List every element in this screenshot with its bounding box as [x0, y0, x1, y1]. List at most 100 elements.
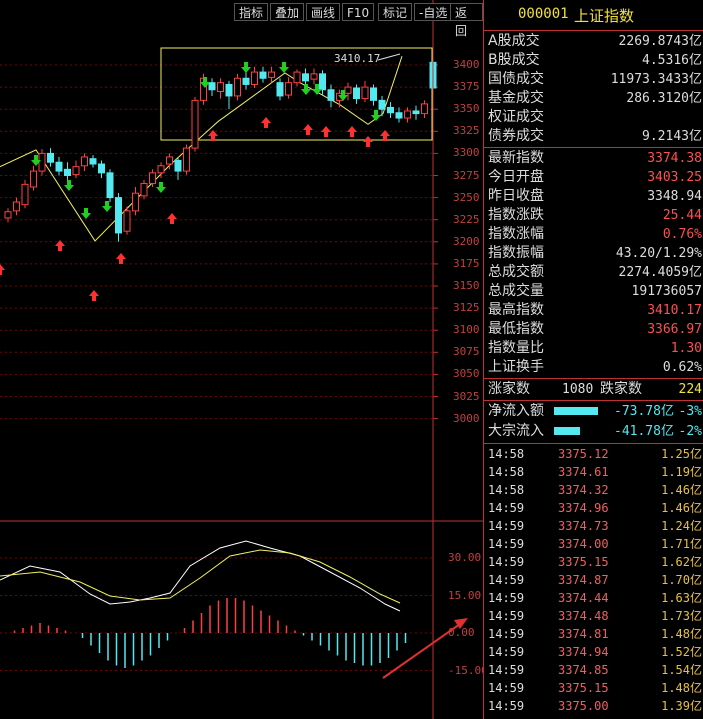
tick-row[interactable]: 14:59 3374.96 1.46亿: [484, 499, 703, 517]
volume-label: 权证成交: [488, 109, 544, 125]
tick-row[interactable]: 14:58 3374.61 1.19亿: [484, 463, 703, 481]
candle-body: [174, 159, 182, 172]
volume-row: 债券成交 9.2143亿: [486, 127, 702, 146]
chart-area[interactable]: 指标 叠加 画线 F10 标记 -自选 返回 3410.17 3400 3375 3…: [0, 0, 488, 719]
candle-body: [208, 82, 216, 91]
back-button[interactable]: 返回: [450, 3, 483, 38]
tick-row[interactable]: 14:59 3375.15 1.48亿: [484, 679, 703, 697]
candlestick: [4, 208, 12, 223]
tick-row[interactable]: 14:59 3374.44 1.63亿: [484, 589, 703, 607]
stat-label: 最低指数: [488, 321, 544, 337]
tick-row[interactable]: 14:58 3374.32 1.46亿: [484, 481, 703, 499]
candlestick: [251, 66, 258, 88]
candle-body: [4, 211, 12, 219]
tick-row[interactable]: 14:59 3374.85 1.54亿: [484, 661, 703, 679]
candlestick: [72, 160, 80, 179]
tick-time: 14:59: [488, 663, 525, 677]
candlestick: [285, 77, 292, 99]
candle-body: [183, 147, 190, 172]
candle-body: [191, 99, 199, 149]
candlestick: [370, 84, 377, 106]
tick-row[interactable]: 14:59 3375.15 1.62亿: [484, 553, 703, 571]
tick-row[interactable]: 14:59 3374.81 1.48亿: [484, 625, 703, 643]
draw-line-button[interactable]: 画线: [306, 3, 341, 21]
tick-row[interactable]: 14:59 3374.48 1.73亿: [484, 607, 703, 625]
volume-row: 基金成交 286.3120亿: [486, 89, 702, 108]
tick-volume: 1.39亿: [661, 699, 702, 713]
candle-body: [370, 87, 377, 101]
high-pointer-line: [377, 53, 401, 61]
volume-value: 4.5316亿: [642, 53, 702, 68]
stat-label: 最新指数: [488, 150, 544, 166]
up-arrow-icon: [303, 124, 313, 135]
tick-price: 3374.81: [558, 627, 609, 641]
tick-volume: 1.73亿: [661, 609, 702, 623]
tick-row[interactable]: 14:59 3375.00 1.39亿: [484, 697, 703, 715]
stat-value: 43.20/1.29%: [615, 246, 702, 261]
candle-body: [149, 172, 156, 184]
down-arrow-icon: [102, 201, 112, 212]
overlay-button[interactable]: 叠加: [270, 3, 305, 21]
candle-body: [387, 106, 394, 114]
stat-value: 1.30: [670, 341, 702, 356]
candle-body: [89, 158, 97, 165]
stat-row: 昨日收盘 3348.94: [486, 187, 702, 206]
candlestick: [217, 78, 224, 99]
breadth-row: 涨家数 1080 跌家数 224: [486, 380, 702, 399]
stat-value: 3348.94: [647, 189, 702, 204]
candlesticks[interactable]: [4, 56, 437, 242]
stock-name: 上证指数: [574, 7, 635, 25]
candle-body: [293, 71, 301, 84]
candlestick: [115, 193, 122, 242]
volume-label: 债券成交: [488, 128, 544, 144]
f10-button[interactable]: F10: [342, 3, 375, 21]
candlestick: [234, 73, 241, 101]
stat-label: 指数量比: [488, 340, 544, 356]
candlestick: [140, 179, 148, 200]
candle-body: [157, 165, 165, 174]
candle-body: [421, 103, 428, 115]
candle-body: [166, 156, 173, 165]
stat-value: 3366.97: [647, 322, 702, 337]
tick-row[interactable]: 14:59 3374.73 1.24亿: [484, 517, 703, 535]
stat-label: 总成交额: [488, 264, 544, 280]
up-count-value: 1080: [562, 382, 594, 397]
flow-label: 大宗流入: [488, 423, 544, 439]
up-arrow-icon: [321, 126, 331, 137]
up-arrow-icon: [116, 253, 126, 264]
candle-body: [412, 110, 420, 115]
up-arrow-icon: [363, 136, 373, 147]
grid-lines: [0, 64, 438, 420]
kline-chart[interactable]: [0, 0, 483, 719]
volume-label: 国债成交: [488, 71, 544, 87]
volume-row: 权证成交: [486, 108, 702, 127]
tick-row[interactable]: 14:59 3374.00 1.71亿: [484, 535, 703, 553]
stat-label: 指数涨跌: [488, 207, 544, 223]
candlestick: [38, 148, 46, 176]
stat-value: 3374.38: [647, 151, 702, 166]
mark-button[interactable]: 标记: [378, 3, 413, 21]
tick-time: 14:59: [488, 537, 525, 551]
stat-row: 指数量比 1.30: [486, 339, 702, 358]
candle-body: [353, 87, 360, 100]
tick-time: 14:59: [488, 501, 525, 515]
volume-row: B股成交 4.5316亿: [486, 51, 702, 70]
stat-label: 上证换手: [488, 359, 544, 375]
tick-row[interactable]: 14:58 3375.12 1.25亿: [484, 445, 703, 463]
candlestick: [421, 100, 428, 119]
down-arrow-icon: [156, 182, 166, 193]
down-count-value: 224: [678, 382, 702, 397]
indicator-button[interactable]: 指标: [234, 3, 269, 21]
stat-row: 最低指数 3366.97: [486, 320, 702, 339]
candle-body: [81, 156, 88, 167]
tick-volume: 1.46亿: [661, 501, 702, 515]
remove-favorite-button[interactable]: -自选: [414, 3, 453, 21]
tick-row[interactable]: 14:59 3374.94 1.52亿: [484, 643, 703, 661]
candle-body: [378, 99, 386, 110]
tick-time: 14:59: [488, 699, 525, 713]
tick-time: 14:59: [488, 609, 525, 623]
candle-body: [404, 110, 411, 119]
candlestick: [293, 69, 301, 87]
tick-volume: 1.48亿: [661, 627, 702, 641]
tick-row[interactable]: 14:59 3374.87 1.70亿: [484, 571, 703, 589]
